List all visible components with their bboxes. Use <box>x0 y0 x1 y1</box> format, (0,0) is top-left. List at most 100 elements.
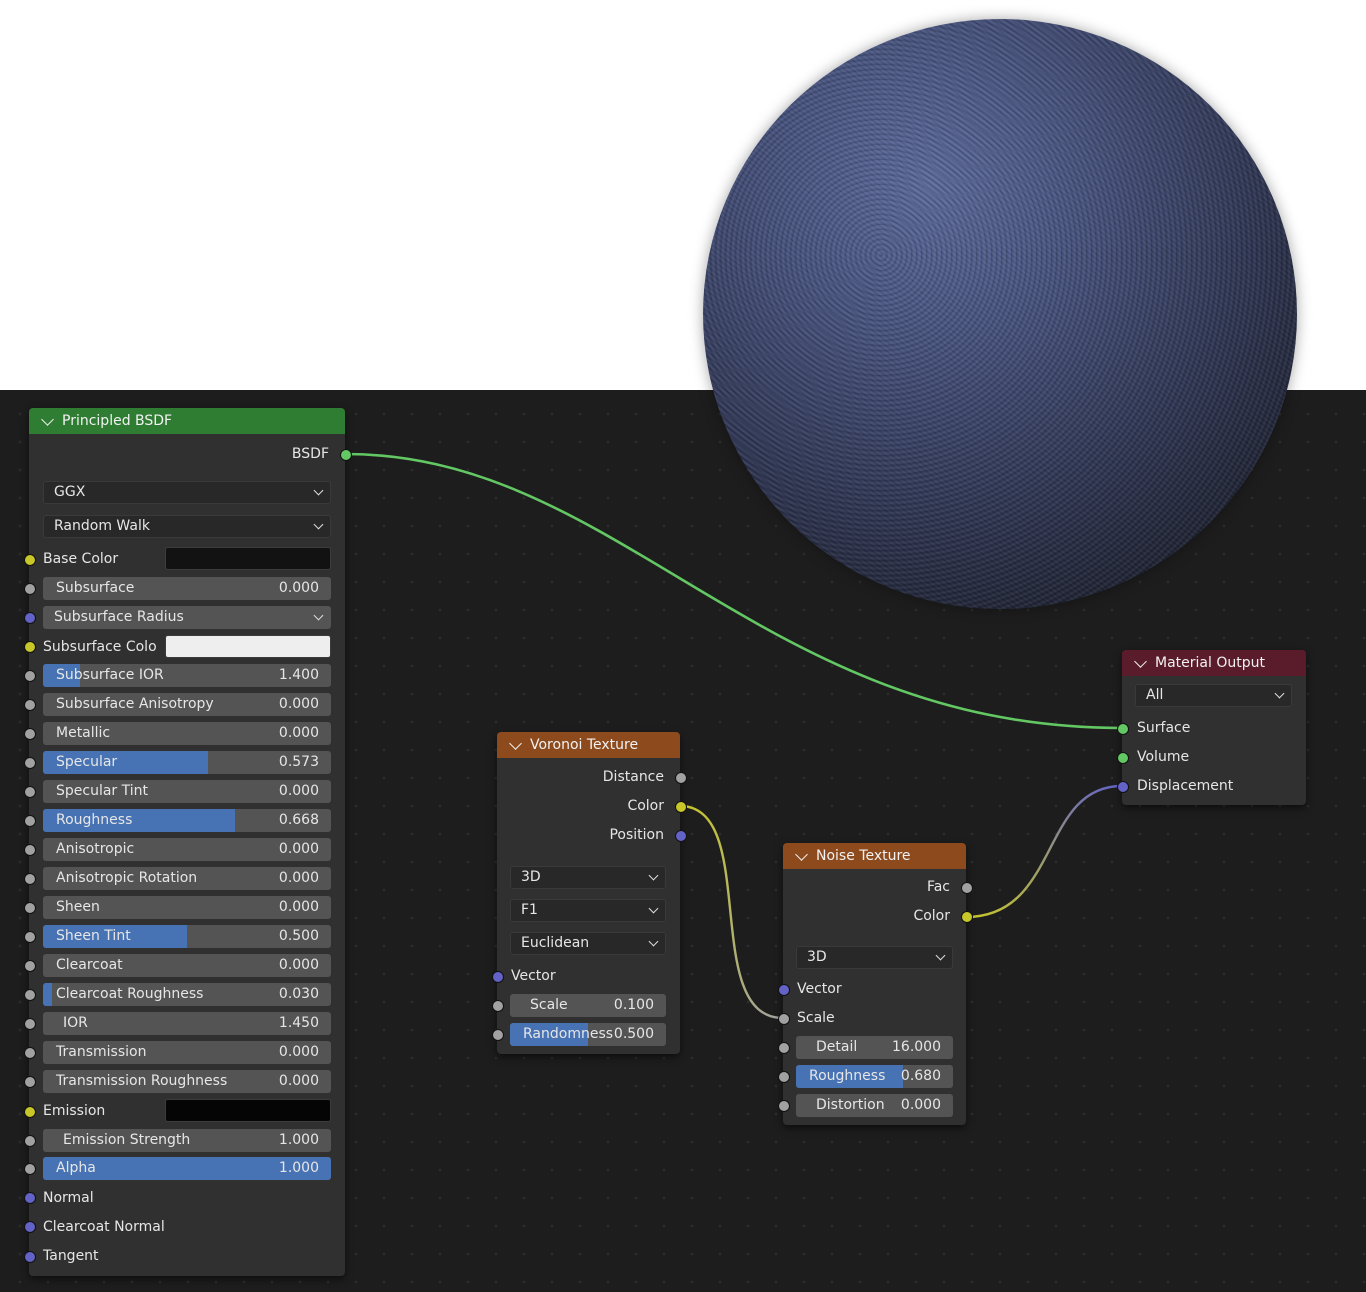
specular-tint-field[interactable]: Specular Tint 0.000 <box>43 780 331 803</box>
metric-dropdown[interactable]: Euclidean <box>510 932 666 955</box>
noise-texture-node[interactable]: Noise Texture Fac Color 3D Vector Scale … <box>778 843 973 1125</box>
socket-label: Color <box>913 908 950 924</box>
feature-dropdown[interactable]: F1 <box>510 899 666 922</box>
detail-input-socket[interactable] <box>778 1042 790 1054</box>
field-value: 0.000 <box>278 1073 319 1089</box>
collapse-chevron-icon[interactable] <box>41 412 54 426</box>
displacement-input-socket[interactable] <box>1117 781 1129 793</box>
sheen-field[interactable]: Sheen 0.000 <box>43 896 331 919</box>
specular-field[interactable]: Specular 0.573 <box>43 751 331 774</box>
subsurface-field[interactable]: Subsurface 0.000 <box>43 577 331 600</box>
clearcoat-roughness-socket[interactable] <box>24 989 36 1001</box>
position-output-socket[interactable] <box>675 830 687 842</box>
emission-swatch[interactable] <box>165 1099 331 1122</box>
anisotropic-rotation-field[interactable]: Anisotropic Rotation 0.000 <box>43 867 331 890</box>
collapse-chevron-icon[interactable] <box>1134 654 1147 668</box>
detail-field[interactable]: Detail 16.000 <box>796 1036 953 1059</box>
subsurface-method-dropdown[interactable]: Random Walk <box>43 515 331 538</box>
clearcoat-normal-socket[interactable] <box>24 1221 36 1233</box>
principled-bsdf-header[interactable]: Principled BSDF <box>29 408 345 434</box>
distance-output-socket[interactable] <box>675 772 687 784</box>
base-color-swatch[interactable] <box>165 547 331 570</box>
clearcoat-socket[interactable] <box>24 960 36 972</box>
dimensions-dropdown[interactable]: 3D <box>510 866 666 889</box>
voronoi-texture-node[interactable]: Voronoi Texture Distance Color Position … <box>492 732 687 1054</box>
volume-input-socket[interactable] <box>1117 752 1129 764</box>
collapse-chevron-icon[interactable] <box>795 847 808 861</box>
noise-header[interactable]: Noise Texture <box>783 843 966 869</box>
field-label: Transmission Roughness <box>56 1073 228 1089</box>
roughness-field[interactable]: Roughness 0.680 <box>796 1065 953 1088</box>
sheen-socket[interactable] <box>24 902 36 914</box>
randomness-input-socket[interactable] <box>492 1029 504 1041</box>
specular-tint-socket[interactable] <box>24 786 36 798</box>
metallic-socket[interactable] <box>24 728 36 740</box>
base-color-socket[interactable] <box>24 554 36 566</box>
principled-bsdf-node[interactable]: Principled BSDF BSDF GGX Random Walk Bas… <box>24 408 352 1276</box>
alpha-field[interactable]: Alpha 1.000 <box>43 1157 331 1180</box>
dropdown-value: 3D <box>521 869 541 885</box>
field-value: 0.000 <box>278 783 319 799</box>
clearcoat-roughness-field[interactable]: Clearcoat Roughness 0.030 <box>43 983 331 1006</box>
transmission-field[interactable]: Transmission 0.000 <box>43 1041 331 1064</box>
transmission-socket[interactable] <box>24 1047 36 1059</box>
transmission-roughness-socket[interactable] <box>24 1076 36 1088</box>
vector-input-socket[interactable] <box>492 971 504 983</box>
anisotropic-field[interactable]: Anisotropic 0.000 <box>43 838 331 861</box>
vector-label: Vector <box>797 981 842 997</box>
anisotropic-rotation-socket[interactable] <box>24 873 36 885</box>
emission-socket[interactable] <box>24 1106 36 1118</box>
field-value: 0.000 <box>278 957 319 973</box>
anisotropic-socket[interactable] <box>24 844 36 856</box>
roughness-input-socket[interactable] <box>778 1071 790 1083</box>
color-output-socket[interactable] <box>961 911 973 923</box>
roughness-socket[interactable] <box>24 815 36 827</box>
normal-socket[interactable] <box>24 1192 36 1204</box>
dropdown-value: GGX <box>54 484 86 500</box>
sheen-tint-field[interactable]: Sheen Tint 0.500 <box>43 925 331 948</box>
subsurface-ior-field[interactable]: Subsurface IOR 1.400 <box>43 664 331 687</box>
distortion-input-socket[interactable] <box>778 1100 790 1112</box>
ior-field[interactable]: IOR 1.450 <box>43 1012 331 1035</box>
distortion-field[interactable]: Distortion 0.000 <box>796 1094 953 1117</box>
subsurface-anisotropy-field[interactable]: Subsurface Anisotropy 0.000 <box>43 693 331 716</box>
subsurface-socket[interactable] <box>24 583 36 595</box>
roughness-field[interactable]: Roughness 0.668 <box>43 809 331 832</box>
voronoi-header[interactable]: Voronoi Texture <box>497 732 680 758</box>
specular-socket[interactable] <box>24 757 36 769</box>
metallic-field[interactable]: Metallic 0.000 <box>43 722 331 745</box>
chevron-down-icon <box>313 519 324 530</box>
ior-socket[interactable] <box>24 1018 36 1030</box>
field-value: 0.500 <box>613 1026 654 1042</box>
subsurface-color-socket[interactable] <box>24 641 36 653</box>
randomness-field[interactable]: Randomness 0.500 <box>510 1023 666 1046</box>
field-label: Emission Strength <box>63 1132 191 1148</box>
scale-input-socket[interactable] <box>778 1013 790 1025</box>
clearcoat-field[interactable]: Clearcoat 0.000 <box>43 954 331 977</box>
subsurface-ior-socket[interactable] <box>24 670 36 682</box>
scale-field[interactable]: Scale 0.100 <box>510 994 666 1017</box>
subsurface-radius-socket[interactable] <box>24 612 36 624</box>
material-output-header[interactable]: Material Output <box>1122 650 1306 676</box>
material-output-node[interactable]: Material Output All Surface Volume Displ… <box>1117 650 1306 805</box>
subsurface-color-swatch[interactable] <box>165 635 331 658</box>
emission-strength-field[interactable]: Emission Strength 1.000 <box>43 1129 331 1152</box>
surface-input-socket[interactable] <box>1117 723 1129 735</box>
dimensions-dropdown[interactable]: 3D <box>796 946 953 969</box>
field-label: Scale <box>530 997 568 1013</box>
scale-input-socket[interactable] <box>492 1000 504 1012</box>
sheen-tint-socket[interactable] <box>24 931 36 943</box>
tangent-socket[interactable] <box>24 1251 36 1263</box>
collapse-chevron-icon[interactable] <box>509 736 522 750</box>
distribution-dropdown[interactable]: GGX <box>43 481 331 504</box>
bsdf-output-socket[interactable] <box>340 449 352 461</box>
emission-strength-socket[interactable] <box>24 1135 36 1147</box>
subsurface-anisotropy-socket[interactable] <box>24 699 36 711</box>
transmission-roughness-field[interactable]: Transmission Roughness 0.000 <box>43 1070 331 1093</box>
alpha-socket[interactable] <box>24 1163 36 1175</box>
color-output-socket[interactable] <box>675 801 687 813</box>
target-dropdown[interactable]: All <box>1135 684 1292 707</box>
fac-output-socket[interactable] <box>961 882 973 894</box>
subsurface-radius-dropdown[interactable]: Subsurface Radius <box>43 606 331 629</box>
vector-input-socket[interactable] <box>778 984 790 996</box>
